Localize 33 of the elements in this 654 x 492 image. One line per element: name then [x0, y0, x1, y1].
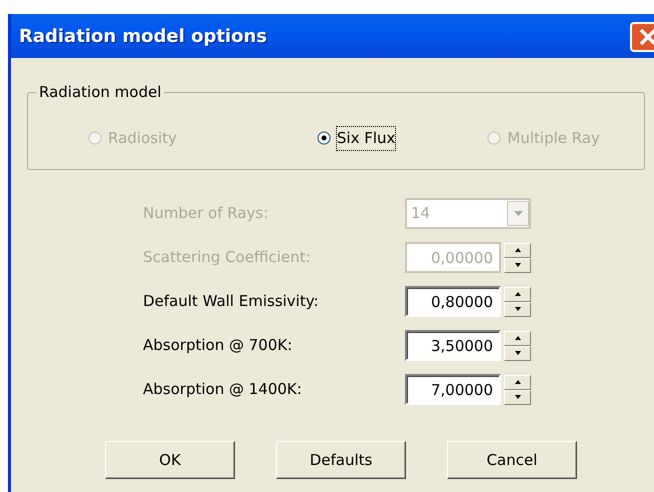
spin-up-button[interactable] [504, 286, 531, 302]
radio-icon [316, 131, 331, 146]
spin-up-button[interactable] [504, 330, 531, 346]
up-arrow-icon [514, 380, 520, 384]
number-field[interactable]: 0,80000 [405, 286, 501, 317]
up-arrow-icon [514, 336, 520, 340]
dialog-button[interactable]: OK [105, 441, 235, 479]
radio-icon [88, 131, 102, 146]
caret-icon [514, 211, 522, 216]
spin-down-button[interactable] [504, 302, 531, 316]
field-label: Scattering Coefficient: [143, 247, 312, 268]
field-label: Absorption @ 700K: [143, 335, 294, 356]
spin-down-button[interactable] [504, 346, 531, 360]
up-arrow-icon [514, 248, 520, 252]
down-arrow-icon [514, 395, 520, 399]
number-field[interactable]: 3,50000 [405, 330, 501, 361]
dialog-button[interactable]: Cancel [447, 441, 577, 479]
up-arrow-icon [514, 292, 520, 296]
spin-up-button[interactable] [504, 374, 531, 390]
down-arrow-icon [514, 351, 520, 355]
window-title: Radiation model options [19, 24, 268, 48]
field-label: Default Wall Emissivity: [143, 291, 320, 312]
dialog-button[interactable]: Defaults [276, 441, 406, 479]
spin-up-button[interactable] [504, 242, 531, 258]
field-label: Absorption @ 1400K: [143, 379, 303, 400]
number-field[interactable]: 7,00000 [405, 374, 501, 405]
field-label: Number of Rays: [143, 203, 270, 224]
radio-option[interactable]: Six Flux [316, 127, 396, 150]
radio-icon [487, 131, 502, 146]
spin-down-button[interactable] [504, 390, 531, 404]
down-arrow-icon [514, 263, 520, 267]
spin-down-button[interactable] [504, 258, 531, 272]
down-arrow-icon [514, 307, 520, 311]
